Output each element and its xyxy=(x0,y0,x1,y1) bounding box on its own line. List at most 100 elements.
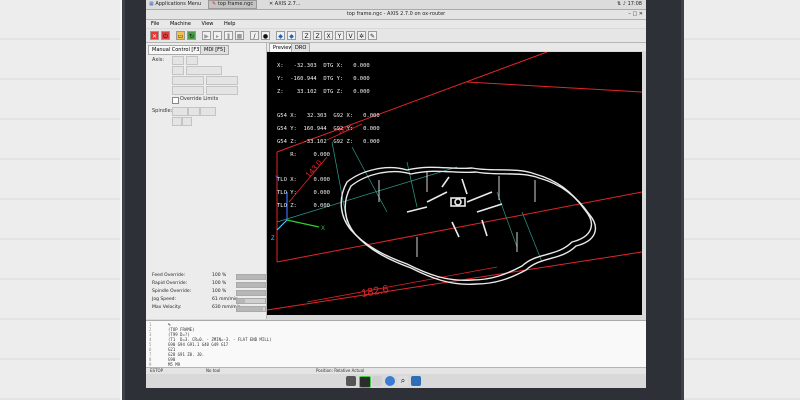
status-bar: ESTOP No tool Position: Relative Actual xyxy=(146,367,646,374)
dro-value: -32.303 xyxy=(293,62,317,69)
folder-dock-icon[interactable] xyxy=(411,376,421,386)
dro-axis: TLO Z: xyxy=(277,202,297,209)
terminal-dock-icon[interactable] xyxy=(359,376,371,388)
extents-edge xyxy=(466,81,642,93)
spindle-stop-button[interactable] xyxy=(188,107,200,116)
jog-increment-select[interactable] xyxy=(186,66,222,75)
center-hole xyxy=(454,198,462,206)
dro-overlay: X: -32.303 DTG X: 0.000 Y: -160.944 DTG … xyxy=(277,56,380,222)
menu-machine[interactable]: Machine xyxy=(170,21,191,27)
rib xyxy=(406,206,428,213)
browser-dock-icon[interactable] xyxy=(385,376,395,386)
power-button[interactable]: ⏻ xyxy=(161,31,170,40)
rotate-view-button[interactable]: ✲ xyxy=(357,31,366,40)
dro-row: X: -32.303 DTG X: 0.000 xyxy=(277,63,380,70)
spindle-ccw-button[interactable] xyxy=(172,107,188,116)
slider-row: Jog Speed: 61 mm/min xyxy=(152,296,266,304)
view-x-button[interactable]: X xyxy=(324,31,333,40)
override-sliders: Feed Override: 100 % Rapid Override: 100… xyxy=(146,272,266,320)
slider-fill xyxy=(237,283,265,287)
view-z-button[interactable]: Z xyxy=(302,31,311,40)
dro-row: G54 Z: -33.102 G92 Z: 0.000 xyxy=(277,139,380,146)
dro-dtg-value: 0.000 xyxy=(353,88,370,95)
jog-minus-button[interactable] xyxy=(172,86,204,95)
taskbar-item-topframe[interactable]: ✎ top frame.ngc xyxy=(208,0,258,9)
x-axis-label: X xyxy=(321,226,325,232)
preview-canvas[interactable]: 143.0 141.5 182.6 X Y Z X: -32.303 DTG X… xyxy=(267,52,642,315)
applications-menu[interactable]: ▦ Applications Menu xyxy=(146,0,204,9)
folder-icon: ▭ xyxy=(177,33,184,40)
tab-mdi[interactable]: MDI [F5] xyxy=(200,45,230,55)
files-dock-icon[interactable] xyxy=(372,376,382,386)
estop-button[interactable]: ✕ xyxy=(150,31,159,40)
reload-button[interactable]: ↻ xyxy=(187,31,196,40)
axis-y-radio[interactable] xyxy=(186,56,198,65)
max-velocity-slider[interactable] xyxy=(236,306,266,312)
clear-plot-icon: ✎ xyxy=(369,33,376,40)
clear-plot-button[interactable]: ✎ xyxy=(368,31,377,40)
spindle-cw-button[interactable] xyxy=(200,107,216,116)
dro-axis: TLO X: xyxy=(277,176,297,183)
dro-value: -160.944 xyxy=(290,75,317,82)
part-ribs xyxy=(406,176,503,238)
pause-button[interactable]: ❚ xyxy=(224,31,233,40)
rib xyxy=(441,176,450,188)
slider-label: Jog Speed: xyxy=(152,297,176,302)
dro-dtg-label: DTG Y: xyxy=(323,75,344,82)
view-y-button[interactable]: Y xyxy=(335,31,344,40)
axis-z-radio[interactable] xyxy=(172,66,184,75)
tab-manual-control[interactable]: Manual Control [F3] xyxy=(148,45,206,55)
slider-row: Max Velocity: 630 mm/min xyxy=(152,304,266,312)
zoom-out-icon: ◆ xyxy=(289,33,294,40)
minimize-icon[interactable]: – xyxy=(628,11,631,17)
view-y-icon: Y xyxy=(337,33,342,40)
dro-value: 33.102 xyxy=(296,88,317,95)
zoom-in-icon: ◆ xyxy=(278,33,283,40)
dro-row: G54 Y: 160.944 G92 Y: 0.000 xyxy=(277,126,380,133)
dro-row: TLO Y: 0.000 xyxy=(277,190,380,197)
monitor-screen: ▦ Applications Menu ✎ top frame.ngc ✕ AX… xyxy=(146,0,646,388)
toolbar: ✕ ⏻ ▭ ↻ ▶ ▸ ❚ ■ / ● ◆ ◆ Z Z X Y V ✲ ✎ xyxy=(146,29,646,43)
menu-view[interactable]: View xyxy=(202,21,214,27)
run-button[interactable]: ▶ xyxy=(202,31,211,40)
zoom-in-button[interactable]: ◆ xyxy=(276,31,285,40)
view-z2-button[interactable]: Z xyxy=(313,31,322,40)
perspective-icon: V xyxy=(348,33,353,40)
volume-icon[interactable]: ♪ xyxy=(623,1,626,7)
jog-plus-button[interactable] xyxy=(206,86,238,95)
touch-off-button[interactable] xyxy=(206,76,238,85)
window-title: top frame.ngc - AXIS 2.7.0 on ox-router xyxy=(346,11,446,17)
window-titlebar[interactable]: top frame.ngc - AXIS 2.7.0 on ox-router … xyxy=(146,10,646,20)
home-axis-button[interactable] xyxy=(172,76,204,85)
dro-g92-value: 0.000 xyxy=(363,113,380,119)
clock[interactable]: 17:08 xyxy=(628,1,642,7)
view-tabs: Preview DRO xyxy=(267,43,646,53)
gcode-listing[interactable]: 1% 2 (TOP FRAME) 3 (T99 D=?) 4 (T1 D=3. CR=… xyxy=(146,320,646,367)
close-icon[interactable]: ✕ xyxy=(639,11,643,17)
system-tray: ⇅ ♪ 17:08 xyxy=(617,0,642,9)
stop-button[interactable]: ■ xyxy=(235,31,244,40)
spindle-slower-button[interactable] xyxy=(172,117,182,126)
search-dock-icon[interactable]: ⌕ xyxy=(398,376,408,386)
dro-g92-label: G92 Z: xyxy=(333,139,354,145)
maximize-icon[interactable]: □ xyxy=(632,11,637,17)
menu-file[interactable]: File xyxy=(151,21,159,27)
network-icon[interactable]: ⇅ xyxy=(617,1,621,7)
slider-fill xyxy=(237,299,245,303)
dro-value: 0.000 xyxy=(313,202,330,209)
stop-icon: ■ xyxy=(236,33,243,40)
dro-g92-label: G92 Y: xyxy=(333,126,354,132)
override-limits-checkbox[interactable] xyxy=(172,97,179,104)
zoom-out-button[interactable]: ◆ xyxy=(287,31,296,40)
view-perspective-button[interactable]: V xyxy=(346,31,355,40)
block-delete-button[interactable]: / xyxy=(250,31,259,40)
axis-x-radio[interactable] xyxy=(172,56,184,65)
desktop-dock-icon[interactable] xyxy=(346,376,356,386)
open-file-button[interactable]: ▭ xyxy=(176,31,185,40)
taskbar-item-axis[interactable]: ✕ AXIS 2.7... xyxy=(266,0,304,9)
view-z-icon: Z xyxy=(304,33,309,40)
step-button[interactable]: ▸ xyxy=(213,31,222,40)
spindle-faster-button[interactable] xyxy=(182,117,192,126)
menu-help[interactable]: Help xyxy=(224,21,235,27)
optional-stop-button[interactable]: ● xyxy=(261,31,270,40)
